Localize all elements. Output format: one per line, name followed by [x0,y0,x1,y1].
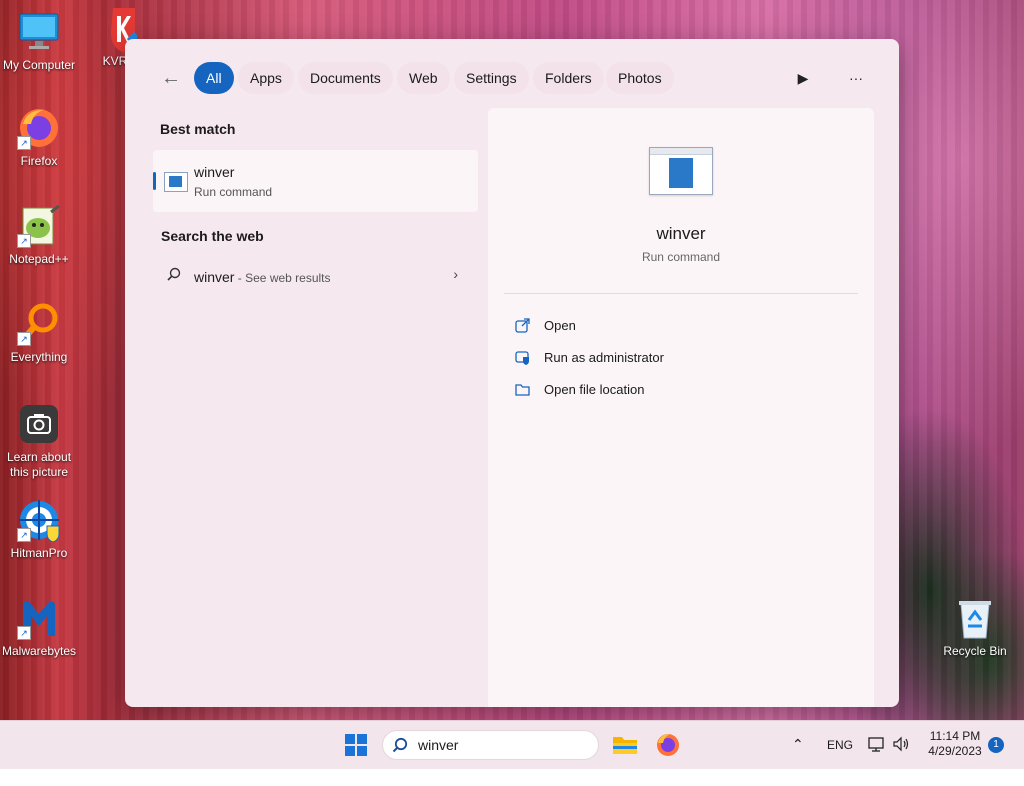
monitor-icon [17,10,61,54]
hitmanpro-icon: ↗ [17,498,61,543]
taskbar-search-box[interactable] [382,730,599,760]
tab-settings[interactable]: Settings [454,62,529,94]
camera-icon [17,402,61,446]
desktop-icon-malwarebytes[interactable]: ↗ Malwarebytes [0,596,78,659]
desktop-icon-label: HitmanPro [10,546,68,560]
desktop-icon-label: My Computer [2,58,76,72]
search-icon [167,267,181,281]
winver-app-icon [164,172,188,192]
taskbar: ⌃ ENG 11:14 PM 4/29/2023 1 [0,720,1024,769]
tab-web[interactable]: Web [397,62,450,94]
desktop-icon-hitmanpro[interactable]: ↗ HitmanPro [0,498,78,561]
more-options-icon[interactable]: ··· [842,65,870,91]
desktop-icon-label: Learn about this picture [6,450,72,479]
desktop-icon-label: Malwarebytes [1,644,77,658]
file-explorer-icon[interactable] [612,732,638,758]
divider [504,293,858,294]
web-search-suffix: - See web results [234,271,331,285]
recycle-bin-icon [953,596,997,640]
chevron-right-icon[interactable]: › [453,266,458,282]
tab-apps[interactable]: Apps [238,62,294,94]
desktop-icon-label: Notepad++ [9,252,69,266]
desktop-icon-learn-about-picture[interactable]: Learn about this picture [0,402,78,480]
search-web-heading: Search the web [161,228,264,244]
action-run-as-administrator[interactable]: Run as administrator [515,346,835,370]
folder-icon [515,384,530,396]
search-filter-tabs: ← All Apps Documents Web Settings Folder… [125,39,899,117]
notification-badge[interactable]: 1 [988,737,1004,753]
firefox-taskbar-icon[interactable] [655,732,681,758]
volume-icon[interactable] [892,735,910,783]
shortcut-arrow-icon: ↗ [17,332,31,346]
best-match-subtitle: Run command [194,185,273,199]
everything-search-icon: ↗ [17,302,61,346]
web-search-text: winver - See web results [194,269,331,285]
tab-photos[interactable]: Photos [606,62,674,94]
search-panel: ← All Apps Documents Web Settings Folder… [125,39,899,707]
search-icon [392,737,408,753]
detail-subtitle: Run command [641,250,721,264]
open-icon [515,318,530,333]
firefox-icon: ↗ [17,106,61,150]
clock-date: 4/29/2023 [928,744,982,758]
desktop-icon-everything[interactable]: ↗ Everything [0,302,78,365]
action-label: Run as administrator [544,350,664,365]
tab-folders[interactable]: Folders [533,62,604,94]
shortcut-arrow-icon: ↗ [17,234,31,248]
action-open-file-location[interactable]: Open file location [515,378,835,402]
action-open[interactable]: Open [515,314,835,338]
selection-indicator [153,172,156,190]
best-match-result[interactable]: winver Run command [153,150,478,212]
shortcut-arrow-icon: ↗ [17,626,31,640]
network-icon[interactable] [867,735,885,783]
best-match-heading: Best match [160,121,236,137]
shortcut-arrow-icon: ↗ [17,528,31,542]
chevron-up-icon[interactable]: ⌃ [792,736,804,784]
web-search-result[interactable]: winver - See web results › [153,259,478,295]
windows-start-icon[interactable] [345,734,367,756]
shield-icon [515,351,529,365]
desktop-icon-my-computer[interactable]: My Computer [0,10,78,73]
desktop-icon-label: Everything [10,350,68,364]
web-search-query: winver [194,269,235,285]
winver-large-icon [649,147,713,195]
clock[interactable]: 11:14 PM 4/29/2023 [922,729,988,759]
action-label: Open [544,318,576,333]
tab-all[interactable]: All [194,62,234,94]
action-label: Open file location [544,382,645,397]
best-match-title: winver [194,164,235,180]
desktop-icon-notepadpp[interactable]: ↗ Notepad++ [0,204,78,267]
detail-pane: winver Run command Open Run as administr… [488,108,874,707]
notepadpp-icon: ↗ [17,204,61,248]
detail-title: winver [656,224,706,243]
clock-time: 11:14 PM [929,729,981,743]
desktop-icon-label: Recycle Bin [943,644,1007,658]
desktop-icon-firefox[interactable]: ↗ Firefox [0,106,78,169]
search-input[interactable] [418,735,588,755]
play-icon[interactable]: ▶ [789,65,817,91]
desktop-icon-recycle-bin[interactable]: Recycle Bin [936,596,1014,659]
language-indicator[interactable]: ENG [827,738,853,786]
tab-documents[interactable]: Documents [298,62,393,94]
shortcut-arrow-icon: ↗ [17,136,31,150]
desktop-icon-label: Firefox [20,154,58,168]
malwarebytes-icon: ↗ [17,596,61,640]
back-arrow-icon[interactable]: ← [161,67,183,89]
